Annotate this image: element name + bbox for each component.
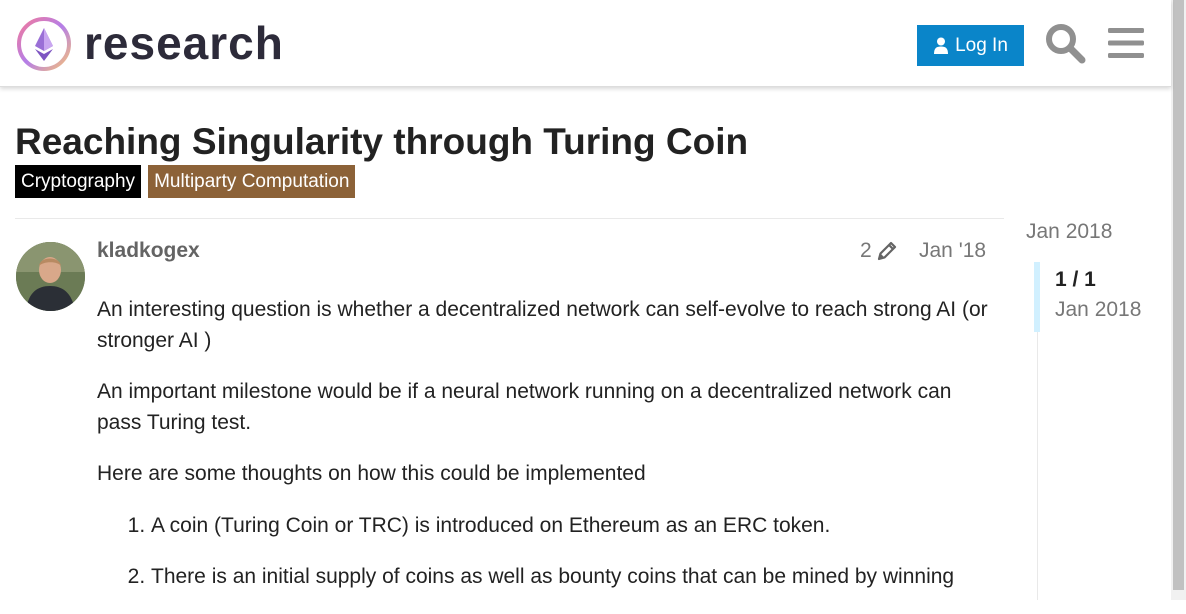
timeline-post-counter: 1 / 1 <box>1055 268 1096 291</box>
scrollbar-thumb[interactable] <box>1173 0 1184 590</box>
page-scrollbar[interactable] <box>1171 0 1186 600</box>
post-ordered-list: A coin (Turing Coin or TRC) is introduce… <box>97 511 997 593</box>
pencil-icon <box>877 241 896 261</box>
edit-history-button[interactable]: 2 <box>860 239 898 263</box>
timeline-current-date: Jan 2018 <box>1055 298 1142 321</box>
post-author-username[interactable]: kladkogex <box>97 239 200 263</box>
list-item: A coin (Turing Coin or TRC) is introduce… <box>151 511 997 542</box>
tag-cryptography[interactable]: Cryptography <box>15 165 142 198</box>
site-logo-text[interactable]: research <box>84 15 284 71</box>
login-button-label: Log In <box>955 34 1008 56</box>
hamburger-menu-icon[interactable] <box>1106 24 1146 62</box>
topic-tags: Cryptography Multiparty Computation <box>15 165 356 198</box>
user-icon <box>934 37 949 54</box>
list-item: There is an initial supply of coins as w… <box>151 562 997 593</box>
avatar-image <box>16 242 85 311</box>
site-header: research Log In <box>0 0 1171 87</box>
post-body: An interesting question is whether a dec… <box>97 295 997 614</box>
avatar[interactable] <box>16 242 85 311</box>
post-date[interactable]: Jan '18 <box>919 239 986 263</box>
search-icon[interactable] <box>1044 22 1086 64</box>
topic-title[interactable]: Reaching Singularity through Turing Coin <box>15 118 748 166</box>
post-paragraph: An interesting question is whether a dec… <box>97 298 988 352</box>
edit-count: 2 <box>860 239 872 262</box>
ethereum-research-logo-icon[interactable] <box>16 16 72 72</box>
post-paragraph: Here are some thoughts on how this could… <box>97 462 646 485</box>
timeline-start-date[interactable]: Jan 2018 <box>1026 220 1112 244</box>
login-button[interactable]: Log In <box>917 25 1024 66</box>
post-paragraph: An important milestone would be if a neu… <box>97 380 952 434</box>
timeline-scroll-handle[interactable] <box>1034 262 1040 332</box>
tag-multiparty-computation[interactable]: Multiparty Computation <box>148 165 356 198</box>
title-divider <box>15 218 1004 219</box>
